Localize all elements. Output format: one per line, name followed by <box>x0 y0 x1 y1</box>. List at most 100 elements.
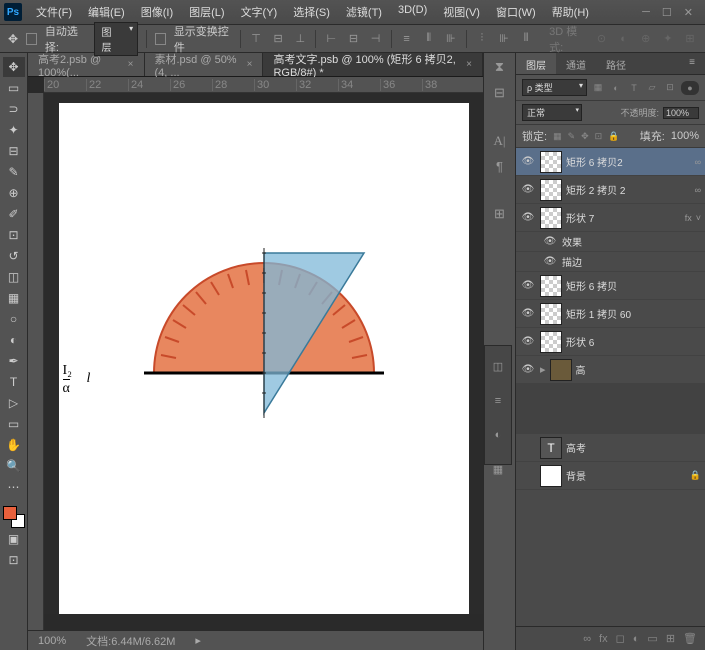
dist-icon6[interactable]: ⫴ <box>519 31 533 47</box>
dist-icon4[interactable]: ⫶ <box>475 31 489 47</box>
layer-effect-row[interactable]: 👁效果 <box>516 232 705 252</box>
zoom-level[interactable]: 100% <box>38 635 66 647</box>
close-tab-icon[interactable]: × <box>128 59 134 70</box>
fx-icon[interactable]: fx <box>599 633 608 645</box>
layer-thumb[interactable] <box>540 179 562 201</box>
filter-pixel-icon[interactable]: ▦ <box>591 81 605 95</box>
auto-select-checkbox[interactable] <box>26 33 37 45</box>
heal-tool[interactable]: ⊕ <box>3 183 25 203</box>
dist-icon2[interactable]: ⫴ <box>422 31 436 47</box>
minimize-button[interactable]: ─ <box>642 6 650 19</box>
blur-tool[interactable]: ○ <box>3 309 25 329</box>
layer-row[interactable]: 👁矩形 6 拷贝2∞ <box>516 148 705 176</box>
visibility-icon[interactable]: 👁 <box>520 156 536 167</box>
para-icon[interactable]: ¶ <box>496 159 503 174</box>
filter-type-icon[interactable]: T <box>627 81 641 95</box>
glyph-icon[interactable]: ⊞ <box>494 206 505 222</box>
edit-toolbar[interactable]: ⋯ <box>3 477 25 497</box>
3d-icon3[interactable]: ⊕ <box>639 31 653 47</box>
fill-value[interactable]: 100% <box>671 130 699 142</box>
fg-color[interactable] <box>3 506 17 520</box>
visibility-icon[interactable]: 👁 <box>520 184 536 195</box>
folder-toggle-icon[interactable]: ▸ <box>540 363 546 376</box>
visibility-icon[interactable]: 👁 <box>520 280 536 291</box>
zoom-tool[interactable]: 🔍 <box>3 456 25 476</box>
close-tab-icon[interactable]: × <box>466 59 472 70</box>
eraser-tool[interactable]: ◫ <box>3 267 25 287</box>
marquee-tool[interactable]: ▭ <box>3 78 25 98</box>
tab-paths[interactable]: 路径 <box>596 53 636 74</box>
quick-mask[interactable]: ▣ <box>3 529 25 549</box>
doc-tab-2[interactable]: 素材.psd @ 50% (4, ...× <box>145 53 264 76</box>
tab-layers[interactable]: 图层 <box>516 53 556 74</box>
panel-icon-b[interactable]: ≡ <box>495 395 501 407</box>
type-thumb[interactable]: T <box>540 437 562 459</box>
visibility-icon[interactable]: 👁 <box>520 212 536 223</box>
auto-select-dropdown[interactable]: 图层 <box>94 22 138 56</box>
menu-window[interactable]: 窗口(W) <box>488 4 544 20</box>
layer-row[interactable]: 👁矩形 2 拷贝 2∞ <box>516 176 705 204</box>
align-right-icon[interactable]: ⊣ <box>368 31 382 47</box>
layer-row[interactable]: 👁 形状 7 fx ˅ <box>516 204 705 232</box>
gradient-tool[interactable]: ▦ <box>3 288 25 308</box>
layer-thumb[interactable] <box>540 303 562 325</box>
doc-tab-3[interactable]: 高考文字.psb @ 100% (矩形 6 拷贝2, RGB/8#) *× <box>263 53 483 76</box>
move-tool[interactable]: ✥ <box>3 57 25 77</box>
filter-smart-icon[interactable]: ⊡ <box>663 81 677 95</box>
fx-badge[interactable]: fx <box>685 213 692 223</box>
align-left-icon[interactable]: ⊢ <box>324 31 338 47</box>
layer-row[interactable]: 👁 形状 6 <box>516 328 705 356</box>
menu-layer[interactable]: 图层(L) <box>181 4 232 20</box>
tab-channels[interactable]: 通道 <box>556 53 596 74</box>
layer-name[interactable]: 矩形 2 拷贝 2 <box>566 182 691 197</box>
filter-kind-dropdown[interactable]: ρ 类型 <box>522 79 587 96</box>
hand-tool[interactable]: ✋ <box>3 435 25 455</box>
lock-all-icon[interactable]: 🔒 <box>608 131 619 142</box>
layer-row[interactable]: 👁▸高 <box>516 356 705 384</box>
menu-edit[interactable]: 编辑(E) <box>80 4 133 20</box>
panel-icon-d[interactable]: ▦ <box>493 463 503 476</box>
filter-adjust-icon[interactable]: ◐ <box>609 81 623 95</box>
align-bottom-icon[interactable]: ⊥ <box>293 31 307 47</box>
layer-thumb[interactable] <box>540 275 562 297</box>
path-tool[interactable]: ▷ <box>3 393 25 413</box>
blend-mode-dropdown[interactable]: 正常 <box>522 104 582 121</box>
layer-effect-row[interactable]: 👁描边 <box>516 252 705 272</box>
lock-pos-icon[interactable]: ✥ <box>581 131 589 142</box>
layer-name[interactable]: 形状 7 <box>566 210 681 225</box>
align-top-icon[interactable]: ⊤ <box>249 31 263 47</box>
eyedropper-tool[interactable]: ✎ <box>3 162 25 182</box>
screen-mode[interactable]: ⊡ <box>3 550 25 570</box>
layer-thumb[interactable] <box>540 151 562 173</box>
properties-icon[interactable]: ⊟ <box>494 85 505 101</box>
dist-icon5[interactable]: ⊪ <box>497 31 511 47</box>
lasso-tool[interactable]: ⊃ <box>3 99 25 119</box>
close-button[interactable]: ✕ <box>684 6 693 19</box>
layer-name[interactable]: 矩形 1 拷贝 60 <box>566 306 701 321</box>
menu-type[interactable]: 文字(Y) <box>233 4 286 20</box>
type-tool[interactable]: T <box>3 372 25 392</box>
shape-tool[interactable]: ▭ <box>3 414 25 434</box>
visibility-icon[interactable]: 👁 <box>520 336 536 347</box>
layer-name[interactable]: 形状 6 <box>566 334 701 349</box>
new-layer-icon[interactable]: ⊞ <box>666 632 675 645</box>
lock-trans-icon[interactable]: ▦ <box>553 131 562 142</box>
panel-menu-icon[interactable]: ≡ <box>679 53 705 74</box>
history-brush-tool[interactable]: ↺ <box>3 246 25 266</box>
color-swatches[interactable] <box>3 506 25 528</box>
layer-row[interactable]: 👁矩形 6 拷贝 <box>516 272 705 300</box>
fx-toggle-icon[interactable]: ˅ <box>696 213 701 223</box>
3d-icon4[interactable]: ✦ <box>661 31 675 47</box>
3d-icon2[interactable]: ◐ <box>617 31 631 47</box>
canvas[interactable]: I₂ α l <box>59 103 469 614</box>
dist-icon[interactable]: ≡ <box>400 31 414 47</box>
wand-tool[interactable]: ✦ <box>3 120 25 140</box>
panel-icon-c[interactable]: ◐ <box>495 429 502 441</box>
show-transform-checkbox[interactable] <box>155 33 166 45</box>
layer-name[interactable]: 高 <box>576 362 701 377</box>
layer-thumb[interactable] <box>540 465 562 487</box>
3d-icon5[interactable]: ⊞ <box>683 31 697 47</box>
delete-icon[interactable]: 🗑 <box>683 632 697 645</box>
visibility-icon[interactable]: 👁 <box>542 256 558 267</box>
stamp-tool[interactable]: ⊡ <box>3 225 25 245</box>
